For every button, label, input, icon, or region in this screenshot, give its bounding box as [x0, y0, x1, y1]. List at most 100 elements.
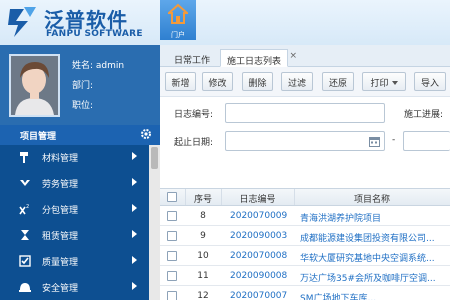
scrollbar-thumb[interactable]	[151, 147, 158, 169]
gear-icon[interactable]	[140, 128, 152, 140]
start-date-label: 起止日期:	[174, 138, 214, 148]
log-no-input[interactable]	[225, 103, 385, 123]
print-label: 打印	[370, 79, 389, 89]
toolbar: 新增 修改 删除 过滤 还原 打印 导入	[160, 67, 450, 97]
tab-label: 日常工作	[174, 56, 211, 66]
user-card: 姓名: admin 部门: 职位:	[0, 45, 160, 125]
row-checkbox[interactable]	[167, 271, 177, 281]
start-date-input[interactable]	[225, 131, 385, 151]
chevron-down-icon	[391, 81, 398, 85]
sidebar-item-lease[interactable]: 租赁管理	[0, 223, 149, 249]
sidebar-item-label: 租赁管理	[42, 232, 79, 242]
home-portal-button[interactable]: 门户	[160, 0, 196, 40]
home-label: 门户	[171, 31, 185, 39]
tab-bar: 日常工作 施工日志列表 ×	[160, 45, 450, 67]
table-row[interactable]: 12 2020070007 SM广场地下车库...	[160, 286, 450, 300]
sidebar-item-subcontract[interactable]: 2 分包管理	[0, 197, 149, 223]
sidebar-item-label: 材料管理	[42, 154, 79, 164]
row-index: 11	[197, 271, 209, 281]
tab-construction-log-list[interactable]: 施工日志列表 ×	[220, 49, 297, 67]
avatar-photo	[11, 56, 58, 115]
user-title: 职位:	[72, 101, 94, 111]
table-row[interactable]: 8 2020070009 青海洪湖养护院项目	[160, 206, 450, 226]
date-separator: -	[392, 135, 396, 145]
close-icon[interactable]: ×	[289, 51, 297, 61]
sidebar-item-material[interactable]: 材料管理	[0, 145, 149, 171]
tab-daily-work[interactable]: 日常工作	[168, 49, 216, 67]
sidebar-scrollbar[interactable]	[149, 145, 160, 300]
chevron-right-icon	[132, 256, 137, 264]
table-row[interactable]: 11 2020090008 万达广场35#会所及咖啡厅空调...	[160, 266, 450, 286]
sidebar-item-labor[interactable]: 劳务管理	[0, 171, 149, 197]
print-button[interactable]: 打印	[362, 72, 406, 91]
chevron-right-icon	[132, 282, 137, 290]
end-date-input[interactable]	[403, 131, 450, 151]
hourglass-icon	[21, 230, 29, 240]
table-row[interactable]: 10 2020070008 华软大厦研究基地中央空调系统...	[160, 246, 450, 266]
row-log-no[interactable]: 2020090003	[230, 226, 294, 245]
row-checkbox[interactable]	[167, 211, 177, 221]
row-index: 8	[200, 211, 206, 221]
chevron-right-icon	[132, 152, 137, 160]
hammer-icon	[20, 152, 28, 163]
log-table: 序号 日志编号 项目名称 8 2020070009 青海洪湖养护院项目 9 20…	[160, 188, 450, 300]
fanpu-logo-icon	[8, 7, 36, 37]
brand-subtitle: FANPU SOFTWARE	[46, 29, 143, 39]
row-index: 10	[197, 251, 209, 261]
calendar-icon[interactable]	[369, 136, 380, 147]
module-title: 项目管理	[20, 132, 57, 142]
app-header: 泛普软件 FANPU SOFTWARE 门户	[0, 0, 450, 45]
sidebar-menu: 材料管理 劳务管理 2 分包管理 租赁管理 质量管理 安全管理	[0, 145, 149, 300]
row-log-no[interactable]: 2020090008	[230, 266, 294, 285]
select-all-checkbox[interactable]	[167, 192, 177, 202]
table-row[interactable]: 9 2020090003 成都能源建设集团投资有限公司...	[160, 226, 450, 246]
log-no-label: 日志编号:	[174, 110, 214, 120]
progress-label: 施工进展:	[404, 110, 444, 120]
user-name: 姓名: admin	[72, 61, 125, 71]
row-log-no[interactable]: 2020070009	[230, 206, 294, 225]
row-checkbox[interactable]	[167, 231, 177, 241]
delete-button[interactable]: 删除	[242, 72, 273, 91]
row-index: 9	[200, 231, 206, 241]
row-checkbox[interactable]	[167, 291, 177, 300]
sidebar: 姓名: admin 部门: 职位: 项目管理 材料管理 劳务管理 2 分包管理 …	[0, 45, 160, 300]
filter-panel: 日志编号: 施工进展: 起止日期: -	[160, 97, 450, 160]
sidebar-item-label: 分包管理	[42, 206, 79, 216]
row-checkbox[interactable]	[167, 251, 177, 261]
tab-label: 施工日志列表	[227, 57, 282, 67]
checkbox-icon	[19, 255, 31, 267]
filter-button[interactable]: 过滤	[281, 72, 313, 91]
helmet-icon	[19, 283, 31, 292]
people-icon	[20, 180, 30, 186]
sidebar-item-label: 安全管理	[42, 284, 79, 294]
row-index: 12	[197, 291, 209, 300]
edit-button[interactable]: 修改	[202, 72, 233, 91]
x-squared-icon: 2	[19, 204, 29, 215]
sidebar-item-label: 质量管理	[42, 258, 79, 268]
home-icon	[168, 3, 188, 24]
chevron-right-icon	[132, 204, 137, 212]
sidebar-item-quality[interactable]: 质量管理	[0, 249, 149, 275]
row-project[interactable]: 青海洪湖养护院项目	[300, 206, 450, 225]
col-log-no-header: 日志编号	[239, 195, 276, 205]
module-header[interactable]: 项目管理	[0, 125, 160, 145]
sidebar-item-safety[interactable]: 安全管理	[0, 275, 149, 300]
row-project[interactable]: 华软大厦研究基地中央空调系统...	[300, 246, 450, 265]
row-log-no[interactable]: 2020070008	[230, 246, 294, 265]
table-header: 序号 日志编号 项目名称	[160, 188, 450, 206]
col-index-header: 序号	[193, 195, 212, 205]
restore-button[interactable]: 还原	[322, 72, 354, 91]
svg-text:2: 2	[26, 204, 29, 210]
import-button[interactable]: 导入	[414, 72, 446, 91]
chevron-right-icon	[132, 178, 137, 186]
row-log-no[interactable]: 2020070007	[230, 286, 294, 300]
row-project[interactable]: SM广场地下车库...	[300, 286, 450, 300]
new-button[interactable]: 新增	[165, 72, 196, 91]
row-project[interactable]: 成都能源建设集团投资有限公司...	[300, 226, 450, 245]
sidebar-item-label: 劳务管理	[42, 180, 79, 190]
user-dept: 部门:	[72, 81, 94, 91]
avatar	[9, 54, 60, 117]
row-project[interactable]: 万达广场35#会所及咖啡厅空调...	[300, 266, 450, 285]
chevron-right-icon	[132, 230, 137, 238]
col-project-header: 项目名称	[353, 195, 390, 205]
